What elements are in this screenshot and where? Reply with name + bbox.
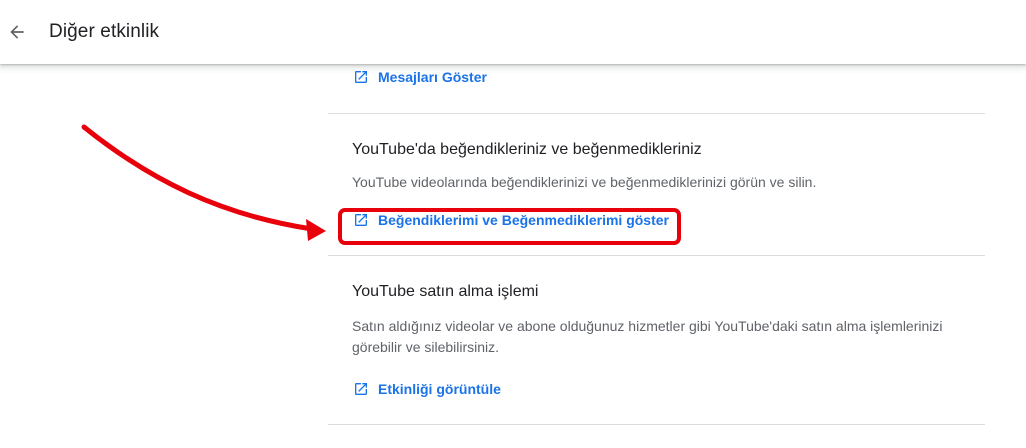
open-in-new-icon [353, 212, 369, 228]
top-app-bar: Diğer etkinlik [0, 0, 1026, 64]
view-activity-link-label: Etkinliği görüntüle [378, 381, 501, 397]
purchases-section-title: YouTube satın alma işlemi [352, 283, 539, 300]
show-messages-link[interactable]: Mesajları Göster [328, 68, 985, 86]
section-divider [328, 424, 985, 425]
show-likes-dislikes-link-label: Beğendiklerimi ve Beğenmediklerimi göste… [378, 212, 669, 228]
likes-section-title: YouTube'da beğendikleriniz ve beğenmedik… [352, 141, 702, 158]
view-activity-link[interactable]: Etkinliği görüntüle [328, 380, 985, 398]
purchases-description-line-2: görebilir ve silebilirsiniz. [352, 339, 500, 355]
show-likes-dislikes-link[interactable]: Beğendiklerimi ve Beğenmediklerimi göste… [328, 211, 985, 229]
likes-section-description: YouTube videolarında beğendiklerinizi ve… [352, 174, 817, 190]
activity-list: Mesajları Göster YouTube'da beğendikleri… [328, 64, 985, 425]
purchases-description-line-1: Satın aldığınız videolar ve abone olduğu… [352, 318, 943, 334]
arrow-left-icon [10, 25, 24, 39]
page-title: Diğer etkinlik [49, 21, 160, 42]
back-button[interactable] [2, 17, 32, 47]
open-in-new-icon [353, 381, 369, 397]
purchases-section-description: Satın aldığınız videolar ve abone olduğu… [352, 316, 972, 358]
open-in-new-icon [353, 69, 369, 85]
show-messages-link-label: Mesajları Göster [378, 69, 487, 85]
